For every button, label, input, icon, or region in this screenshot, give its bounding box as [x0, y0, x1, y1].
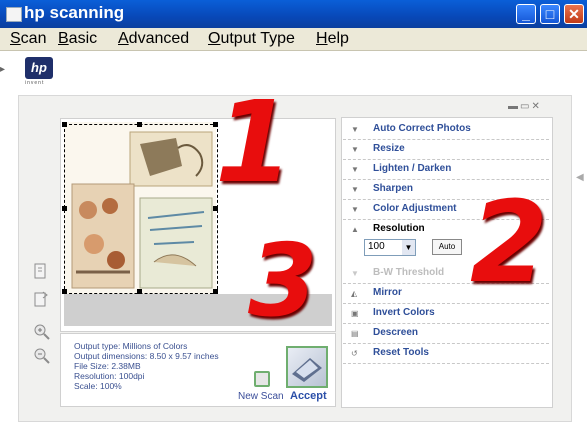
tool-reset-tools[interactable]: ↺ Reset Tools [343, 344, 549, 364]
title-bar[interactable]: hp scanning _ □ ✕ [0, 0, 587, 28]
new-scan-icon[interactable] [254, 371, 270, 387]
reset-icon: ↺ [351, 349, 358, 358]
new-scan-button[interactable]: New Scan [238, 391, 284, 402]
rotate-icon[interactable] [32, 262, 50, 282]
menu-advanced[interactable]: Advanced [118, 30, 189, 48]
pointer-mark: ▸ [0, 64, 6, 75]
triangle-up-icon: ▲ [351, 225, 359, 234]
resize-handle[interactable] [137, 289, 142, 294]
zoom-in-icon[interactable] [32, 322, 50, 342]
tool-resize[interactable]: ▼ Resize [343, 140, 549, 160]
tool-descreen[interactable]: ▤ Descreen [343, 324, 549, 344]
tool-lighten-darken[interactable]: ▼ Lighten / Darken [343, 160, 549, 180]
hp-logo: hp [25, 57, 53, 79]
collapse-arrow-icon[interactable]: ◀ [576, 172, 584, 183]
auto-resolution-button[interactable]: Auto [432, 239, 462, 255]
resize-handle[interactable] [62, 206, 67, 211]
resize-handle[interactable] [62, 122, 67, 127]
app-icon [6, 7, 22, 22]
resize-handle[interactable] [137, 122, 142, 127]
info-resolution: Resolution: 100dpi [74, 371, 145, 381]
annotation-number-2: 2 [470, 178, 548, 308]
triangle-down-icon: ▼ [351, 269, 359, 278]
window-title: hp scanning [24, 3, 125, 22]
close-button[interactable]: ✕ [564, 4, 584, 24]
hp-tagline: invent [25, 80, 45, 86]
resolution-select[interactable]: 100 ▼ [364, 239, 416, 256]
minimize-button[interactable]: _ [516, 4, 536, 24]
zoom-out-icon[interactable] [32, 346, 50, 366]
tool-auto-correct-photos[interactable]: ▼ Auto Correct Photos [343, 120, 549, 140]
menu-output-type[interactable]: Output Type [208, 30, 295, 48]
chevron-down-icon[interactable]: ▼ [402, 240, 415, 255]
info-output-type: Output type: Millions of Colors [74, 341, 188, 351]
resize-handle[interactable] [62, 289, 67, 294]
info-file-size: File Size: 2.38MB [74, 361, 141, 371]
accept-icon[interactable] [286, 346, 328, 388]
resize-handle[interactable] [213, 289, 218, 294]
selection-box[interactable] [64, 124, 218, 294]
info-output-dimensions: Output dimensions: 8.50 x 9.57 inches [74, 351, 219, 361]
triangle-down-icon: ▼ [351, 185, 359, 194]
annotation-number-3: 3 [248, 222, 318, 339]
triangle-down-icon: ▼ [351, 125, 359, 134]
resolution-value: 100 [368, 241, 385, 252]
maximize-button[interactable]: □ [540, 4, 560, 24]
triangle-down-icon: ▼ [351, 165, 359, 174]
panel-controls[interactable]: ▬▭✕ [508, 101, 542, 112]
triangle-down-icon: ▼ [351, 205, 359, 214]
triangle-down-icon: ▼ [351, 145, 359, 154]
menu-bar: Scan Basic Advanced Output Type Help [0, 28, 587, 51]
menu-basic[interactable]: Basic [58, 30, 97, 48]
menu-scan[interactable]: Scan [10, 30, 46, 48]
accept-button[interactable]: Accept [290, 390, 327, 402]
flip-icon[interactable] [32, 290, 50, 310]
invert-icon: ▣ [351, 309, 359, 318]
info-scale: Scale: 100% [74, 381, 122, 391]
descreen-icon: ▤ [351, 329, 359, 338]
mirror-icon: ◭ [351, 289, 358, 298]
menu-help[interactable]: Help [316, 30, 349, 48]
annotation-number-1: 1 [215, 78, 293, 208]
